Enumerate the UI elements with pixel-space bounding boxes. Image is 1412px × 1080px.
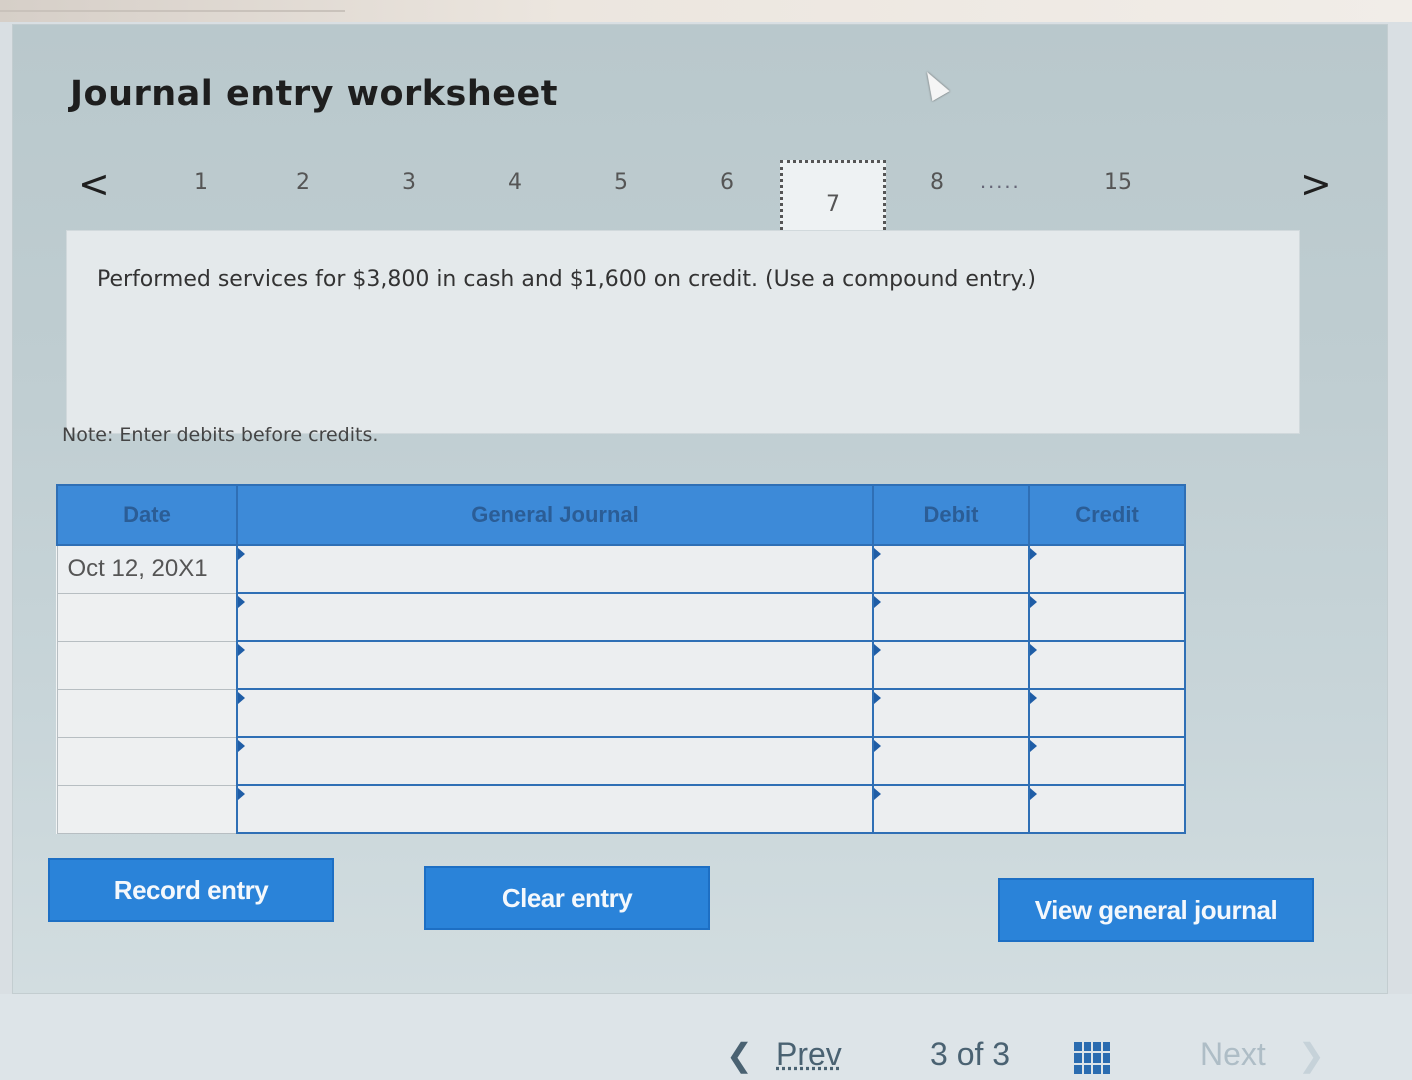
debit-input[interactable] [874,642,1028,688]
pager-prev-arrow-icon[interactable]: < [78,162,110,206]
journal-table: Date General Journal Debit Credit Oct 12… [56,484,1186,834]
debit-input[interactable] [874,594,1028,640]
date-cell [56,736,238,786]
account-cell[interactable] [236,592,874,642]
debit-input[interactable] [874,546,1028,592]
table-row: Oct 12, 20X1 [56,544,1186,594]
debit-cell[interactable] [872,784,1030,834]
pager-page-8[interactable]: 8 [930,170,944,195]
pager-page-last[interactable]: 15 [1104,170,1132,195]
debit-cell[interactable] [872,592,1030,642]
debit-input[interactable] [874,690,1028,736]
date-cell: Oct 12, 20X1 [56,544,238,594]
debit-input[interactable] [874,738,1028,784]
next-chevron-icon[interactable]: ❯ [1298,1036,1325,1074]
account-cell[interactable] [236,544,874,594]
cell-marker-icon [1030,788,1037,800]
debit-cell[interactable] [872,736,1030,786]
account-cell[interactable] [236,736,874,786]
credit-cell[interactable] [1028,640,1186,690]
pager-page-6[interactable]: 6 [720,170,734,195]
credit-input[interactable] [1030,690,1184,736]
cell-marker-icon [874,692,881,704]
table-row [56,688,1186,738]
question-text: Performed services for $3,800 in cash an… [97,267,1036,292]
pager-ellipsis: ..... [980,168,1021,193]
account-input[interactable] [238,594,872,640]
credit-input[interactable] [1030,594,1184,640]
credit-input[interactable] [1030,642,1184,688]
cell-marker-icon [874,788,881,800]
entry-note: Note: Enter debits before credits. [62,424,379,446]
pager-page-3[interactable]: 3 [402,170,416,195]
cell-marker-icon [238,596,245,608]
question-position: 3 of 3 [930,1036,1011,1072]
top-strip [0,0,1412,22]
header-credit: Credit [1028,484,1186,546]
account-cell[interactable] [236,784,874,834]
pager-next-arrow-icon[interactable]: > [1300,162,1332,206]
date-cell [56,592,238,642]
account-input[interactable] [238,546,872,592]
account-input[interactable] [238,642,872,688]
prev-link[interactable]: Prev [776,1036,842,1073]
header-date: Date [56,484,238,546]
debit-cell[interactable] [872,688,1030,738]
worksheet-title: Journal entry worksheet [70,74,558,114]
top-divider [0,10,345,12]
cell-marker-icon [1030,692,1037,704]
table-row [56,640,1186,690]
pager-page-4[interactable]: 4 [508,170,522,195]
cell-marker-icon [238,692,245,704]
question-box: Performed services for $3,800 in cash an… [66,230,1300,434]
credit-cell[interactable] [1028,736,1186,786]
cell-marker-icon [874,740,881,752]
cell-marker-icon [1030,740,1037,752]
journal-header-row: Date General Journal Debit Credit [56,484,1186,546]
clear-entry-button[interactable]: Clear entry [424,866,710,930]
account-cell[interactable] [236,688,874,738]
date-cell [56,640,238,690]
cell-marker-icon [238,788,245,800]
cell-marker-icon [874,644,881,656]
record-entry-button[interactable]: Record entry [48,858,334,922]
cell-marker-icon [238,644,245,656]
prev-chevron-icon[interactable]: ❮ [726,1036,753,1074]
account-cell[interactable] [236,640,874,690]
debit-cell[interactable] [872,640,1030,690]
credit-cell[interactable] [1028,784,1186,834]
pager-page-2[interactable]: 2 [296,170,310,195]
credit-cell[interactable] [1028,688,1186,738]
view-general-journal-button[interactable]: View general journal [998,878,1314,942]
credit-input[interactable] [1030,786,1184,832]
cell-marker-icon [238,740,245,752]
credit-cell[interactable] [1028,592,1186,642]
account-input[interactable] [238,786,872,832]
cell-marker-icon [874,548,881,560]
credit-input[interactable] [1030,546,1184,592]
table-row [56,592,1186,642]
cell-marker-icon [238,548,245,560]
account-input[interactable] [238,690,872,736]
cell-marker-icon [1030,644,1037,656]
table-row [56,736,1186,786]
cell-marker-icon [1030,548,1037,560]
date-cell [56,688,238,738]
debit-cell[interactable] [872,544,1030,594]
pager-page-5[interactable]: 5 [614,170,628,195]
cell-marker-icon [874,596,881,608]
cell-marker-icon [1030,596,1037,608]
account-input[interactable] [238,738,872,784]
credit-cell[interactable] [1028,544,1186,594]
table-row [56,784,1186,834]
pager-page-1[interactable]: 1 [194,170,208,195]
next-link[interactable]: Next [1200,1036,1266,1073]
debit-input[interactable] [874,786,1028,832]
header-debit: Debit [872,484,1030,546]
question-grid-icon[interactable] [1074,1042,1110,1074]
credit-input[interactable] [1030,738,1184,784]
header-general-journal: General Journal [236,484,874,546]
date-cell [56,784,238,834]
